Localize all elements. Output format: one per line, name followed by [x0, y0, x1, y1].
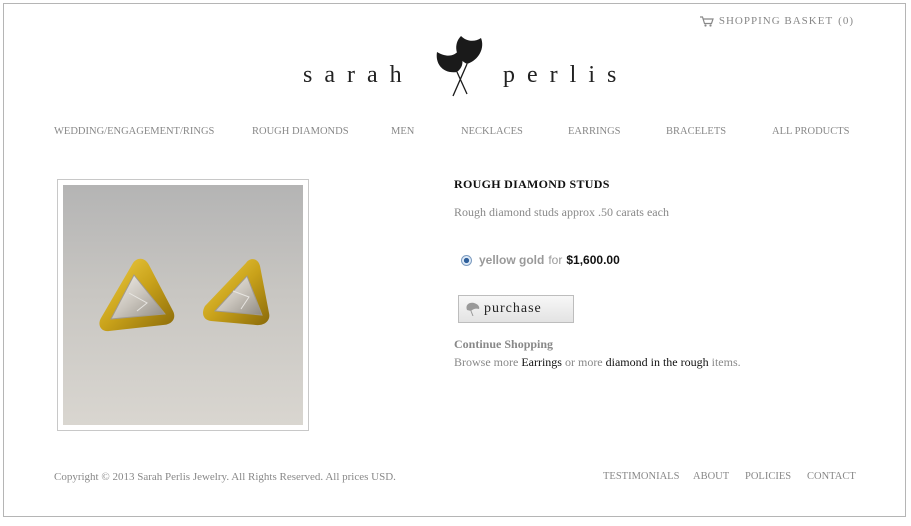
browse-earrings-link[interactable]: Earrings [521, 355, 562, 369]
product-image[interactable] [57, 179, 309, 431]
logo-text-second: perlis [503, 62, 629, 88]
product-description: Rough diamond studs approx .50 carats ea… [454, 205, 669, 219]
site-logo[interactable]: sarah perlis [0, 34, 911, 98]
product-title: ROUGH DIAMOND STUDS [454, 177, 610, 191]
nav-item-necklaces[interactable]: NECKLACES [461, 126, 523, 137]
browse-more-text: Browse more Earrings or more diamond in … [454, 355, 741, 370]
nav-item-wedding-engagement-rings[interactable]: WEDDING/ENGAGEMENT/RINGS [54, 126, 214, 137]
footer-link-policies[interactable]: POLICIES [745, 471, 791, 482]
nav-item-men[interactable]: MEN [391, 126, 414, 137]
option-price: $1,600.00 [566, 253, 620, 267]
browse-middle: or more [564, 355, 603, 369]
browse-suffix: items. [711, 355, 741, 369]
nav-item-rough-diamonds[interactable]: ROUGH DIAMONDS [252, 126, 349, 137]
nav-item-bracelets[interactable]: BRACELETS [666, 126, 726, 137]
nav-item-all-products[interactable]: ALL PRODUCTS [772, 126, 850, 137]
product-option-row[interactable]: yellow gold for $1,600.00 [461, 253, 620, 267]
option-name: yellow gold [479, 253, 545, 267]
purchase-label: purchase [484, 301, 542, 316]
copyright-text: Copyright © 2013 Sarah Perlis Jewelry. A… [54, 471, 396, 483]
earrings-photo [63, 185, 303, 425]
purchase-button[interactable]: purchase [458, 295, 574, 323]
nav-item-earrings[interactable]: EARRINGS [568, 126, 621, 137]
option-radio[interactable] [461, 254, 472, 266]
ginkgo-leaf-icon [466, 302, 480, 316]
basket-label: SHOPPING BASKET [718, 15, 834, 27]
ginkgo-leaf-icon [436, 36, 483, 97]
footer-link-testimonials[interactable]: TESTIMONIALS [603, 471, 679, 482]
basket-count: (0) [838, 15, 854, 27]
browse-prefix: Browse more [454, 355, 519, 369]
option-for-text: for [548, 253, 563, 267]
cart-icon [699, 15, 714, 27]
browse-diamond-in-the-rough-link[interactable]: diamond in the rough [606, 355, 709, 369]
shopping-basket-link[interactable]: SHOPPING BASKET (0) [699, 15, 854, 27]
footer-link-about[interactable]: ABOUT [693, 471, 729, 482]
continue-shopping-heading: Continue Shopping [454, 337, 554, 351]
logo-text-first: sarah [303, 62, 414, 88]
main-nav: WEDDING/ENGAGEMENT/RINGS ROUGH DIAMONDS … [0, 126, 911, 140]
footer-link-contact[interactable]: CONTACT [807, 471, 856, 482]
